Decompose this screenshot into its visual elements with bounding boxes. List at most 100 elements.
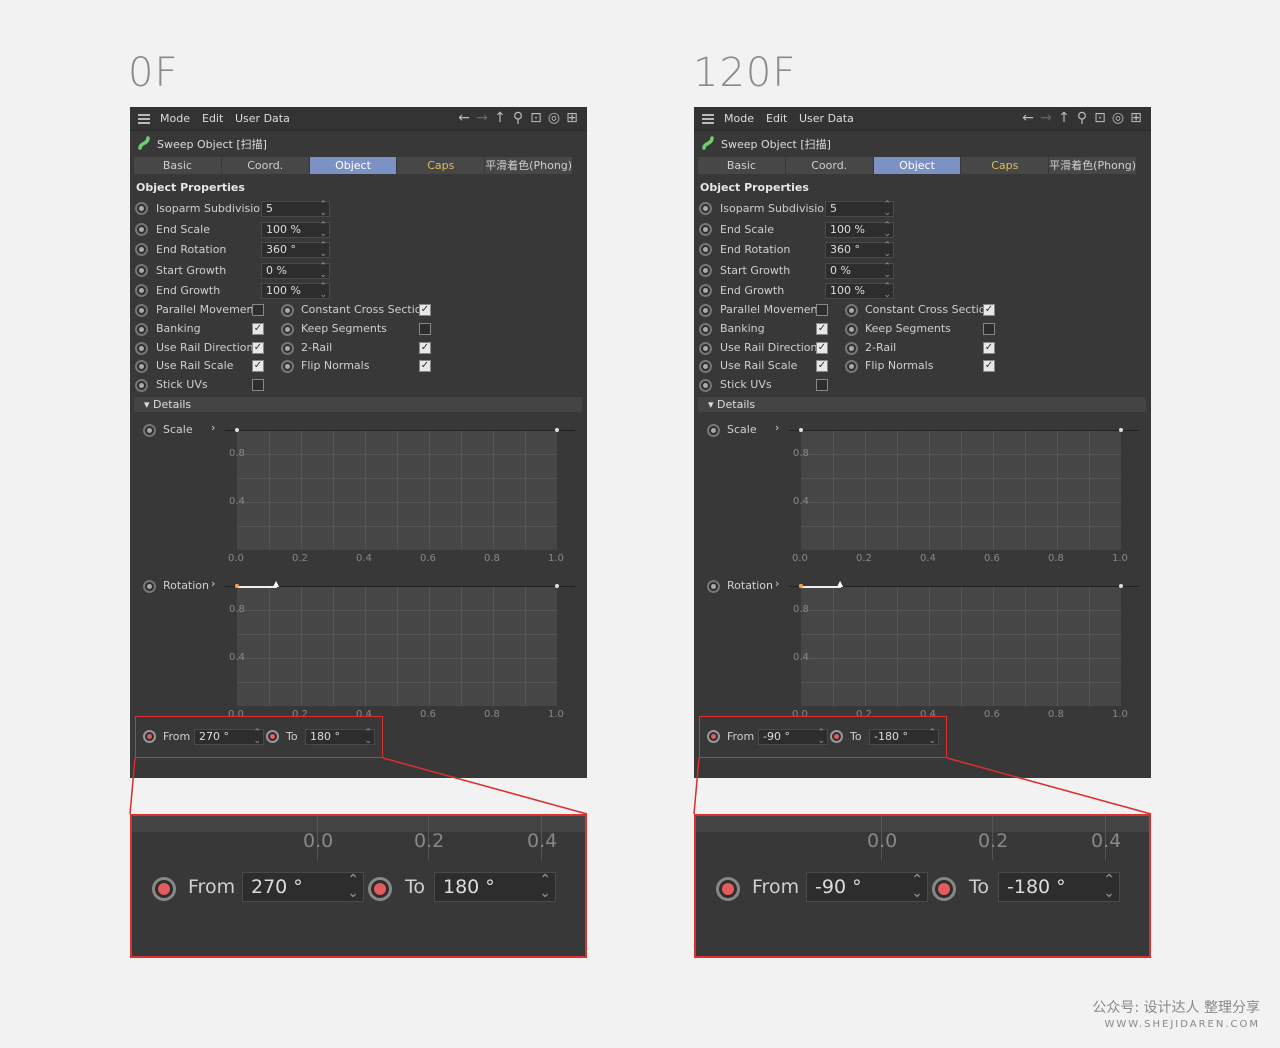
checkbox[interactable]: ✓: [252, 341, 264, 354]
checkbox[interactable]: ✓: [816, 341, 828, 354]
animate-radio[interactable]: [699, 341, 712, 355]
animate-radio[interactable]: [699, 379, 712, 393]
to-animate-radio[interactable]: [932, 877, 956, 901]
animate-radio[interactable]: [699, 222, 712, 236]
checkbox[interactable]: ✓: [419, 341, 431, 354]
arrow-left-icon[interactable]: ←: [456, 110, 472, 126]
checkbox[interactable]: ✓: [983, 304, 995, 316]
checkbox[interactable]: [252, 379, 264, 392]
spinner-icon[interactable]: ⌃ ⌄: [319, 221, 327, 238]
menu-item-user-data[interactable]: User Data: [799, 112, 854, 125]
details-group-toggle[interactable]: ▾ Details: [698, 397, 1146, 412]
numeric-field[interactable]: 5 ⌃ ⌄: [261, 201, 330, 218]
numeric-field[interactable]: 100 % ⌃ ⌄: [825, 283, 894, 300]
from-animate-radio[interactable]: [716, 877, 740, 901]
animate-radio[interactable]: [845, 322, 858, 336]
spinner-icon[interactable]: ⌃ ⌄: [883, 262, 891, 279]
to-animate-radio[interactable]: [368, 877, 392, 901]
hamburger-icon[interactable]: [702, 114, 714, 124]
arrow-up-icon[interactable]: ↑: [1056, 110, 1072, 126]
animate-radio[interactable]: [143, 424, 156, 437]
menu-item-edit[interactable]: Edit: [202, 112, 223, 125]
spinner-icon[interactable]: ⌃ ⌄: [319, 242, 327, 259]
animate-radio[interactable]: [699, 284, 712, 297]
spinner-icon[interactable]: ⌃ ⌄: [883, 242, 891, 259]
lock-icon[interactable]: ⊡: [1092, 110, 1108, 126]
animate-radio[interactable]: [281, 304, 294, 317]
chevron-right-icon[interactable]: ›: [775, 577, 779, 590]
spline-point[interactable]: [235, 428, 239, 432]
spinner-icon[interactable]: ⌃ ⌄: [911, 873, 923, 900]
animate-radio[interactable]: [699, 243, 712, 256]
animate-radio[interactable]: [845, 304, 858, 317]
menu-item-edit[interactable]: Edit: [766, 112, 787, 125]
new-panel-icon[interactable]: ⊞: [564, 110, 580, 126]
animate-radio[interactable]: [707, 424, 720, 437]
tab-4[interactable]: 平滑着色(Phong): [1049, 157, 1136, 174]
animate-radio[interactable]: [135, 304, 148, 317]
animate-radio[interactable]: [845, 360, 858, 374]
animate-radio[interactable]: [699, 202, 712, 215]
checkbox[interactable]: [983, 322, 995, 335]
arrow-right-icon[interactable]: →: [1038, 110, 1054, 126]
tab-4[interactable]: 平滑着色(Phong): [485, 157, 572, 174]
animate-radio[interactable]: [281, 360, 294, 374]
checkbox[interactable]: ✓: [816, 322, 828, 335]
animate-radio[interactable]: [135, 243, 148, 256]
animate-radio[interactable]: [143, 580, 156, 593]
numeric-field[interactable]: 360 ° ⌃ ⌄: [825, 242, 894, 259]
animate-radio[interactable]: [845, 341, 858, 355]
checkbox[interactable]: ✓: [252, 322, 264, 335]
checkbox[interactable]: ✓: [816, 360, 828, 373]
tab-0[interactable]: Basic: [698, 157, 785, 174]
search-icon[interactable]: ⚲: [1074, 110, 1090, 126]
animate-radio[interactable]: [135, 379, 148, 393]
checkbox[interactable]: ✓: [419, 304, 431, 316]
checkbox[interactable]: [252, 304, 264, 316]
tab-3[interactable]: Caps: [961, 157, 1049, 174]
checkbox[interactable]: [816, 379, 828, 392]
spinner-icon[interactable]: ⌃ ⌄: [883, 283, 891, 300]
spline-point[interactable]: [555, 584, 559, 588]
animate-radio[interactable]: [135, 360, 148, 374]
spline-point[interactable]: [799, 428, 803, 432]
numeric-field[interactable]: 0 % ⌃ ⌄: [825, 262, 894, 279]
animate-radio[interactable]: [699, 322, 712, 336]
tab-3[interactable]: Caps: [397, 157, 485, 174]
spinner-icon[interactable]: ⌃ ⌄: [319, 262, 327, 279]
menu-item-mode[interactable]: Mode: [160, 112, 190, 125]
tab-1[interactable]: Coord.: [785, 157, 873, 174]
tab-2[interactable]: Object: [309, 157, 397, 174]
lock-icon[interactable]: ⊡: [528, 110, 544, 126]
spinner-icon[interactable]: ⌃ ⌄: [1103, 873, 1115, 900]
spline-graph[interactable]: [801, 430, 1121, 550]
arrow-right-icon[interactable]: →: [474, 110, 490, 126]
spline-graph[interactable]: [801, 586, 1121, 706]
spline-graph[interactable]: [237, 430, 557, 550]
target-icon[interactable]: ◎: [546, 110, 562, 126]
spinner-icon[interactable]: ⌃ ⌄: [319, 201, 327, 218]
animate-radio[interactable]: [135, 202, 148, 215]
numeric-field[interactable]: 100 % ⌃ ⌄: [261, 283, 330, 300]
numeric-field[interactable]: 100 % ⌃ ⌄: [825, 221, 894, 238]
handle-triangle-icon[interactable]: ▲: [273, 579, 279, 588]
tangent-handle[interactable]: [801, 586, 841, 588]
from-field[interactable]: 270 ° ⌃ ⌄: [242, 872, 364, 902]
spinner-icon[interactable]: ⌃ ⌄: [883, 201, 891, 218]
numeric-field[interactable]: 100 % ⌃ ⌄: [261, 221, 330, 238]
animate-radio[interactable]: [699, 304, 712, 317]
checkbox[interactable]: ✓: [252, 360, 264, 373]
animate-radio[interactable]: [707, 580, 720, 593]
checkbox[interactable]: ✓: [419, 360, 431, 373]
tab-2[interactable]: Object: [873, 157, 961, 174]
tangent-handle[interactable]: [237, 586, 277, 588]
spinner-icon[interactable]: ⌃ ⌄: [319, 283, 327, 300]
chevron-right-icon[interactable]: ›: [211, 577, 215, 590]
from-field[interactable]: -90 ° ⌃ ⌄: [806, 872, 928, 902]
spline-point[interactable]: [799, 584, 803, 588]
hamburger-icon[interactable]: [138, 114, 150, 124]
chevron-right-icon[interactable]: ›: [211, 421, 215, 434]
to-field[interactable]: 180 ° ⌃ ⌄: [434, 872, 556, 902]
animate-radio[interactable]: [281, 341, 294, 355]
arrow-left-icon[interactable]: ←: [1020, 110, 1036, 126]
